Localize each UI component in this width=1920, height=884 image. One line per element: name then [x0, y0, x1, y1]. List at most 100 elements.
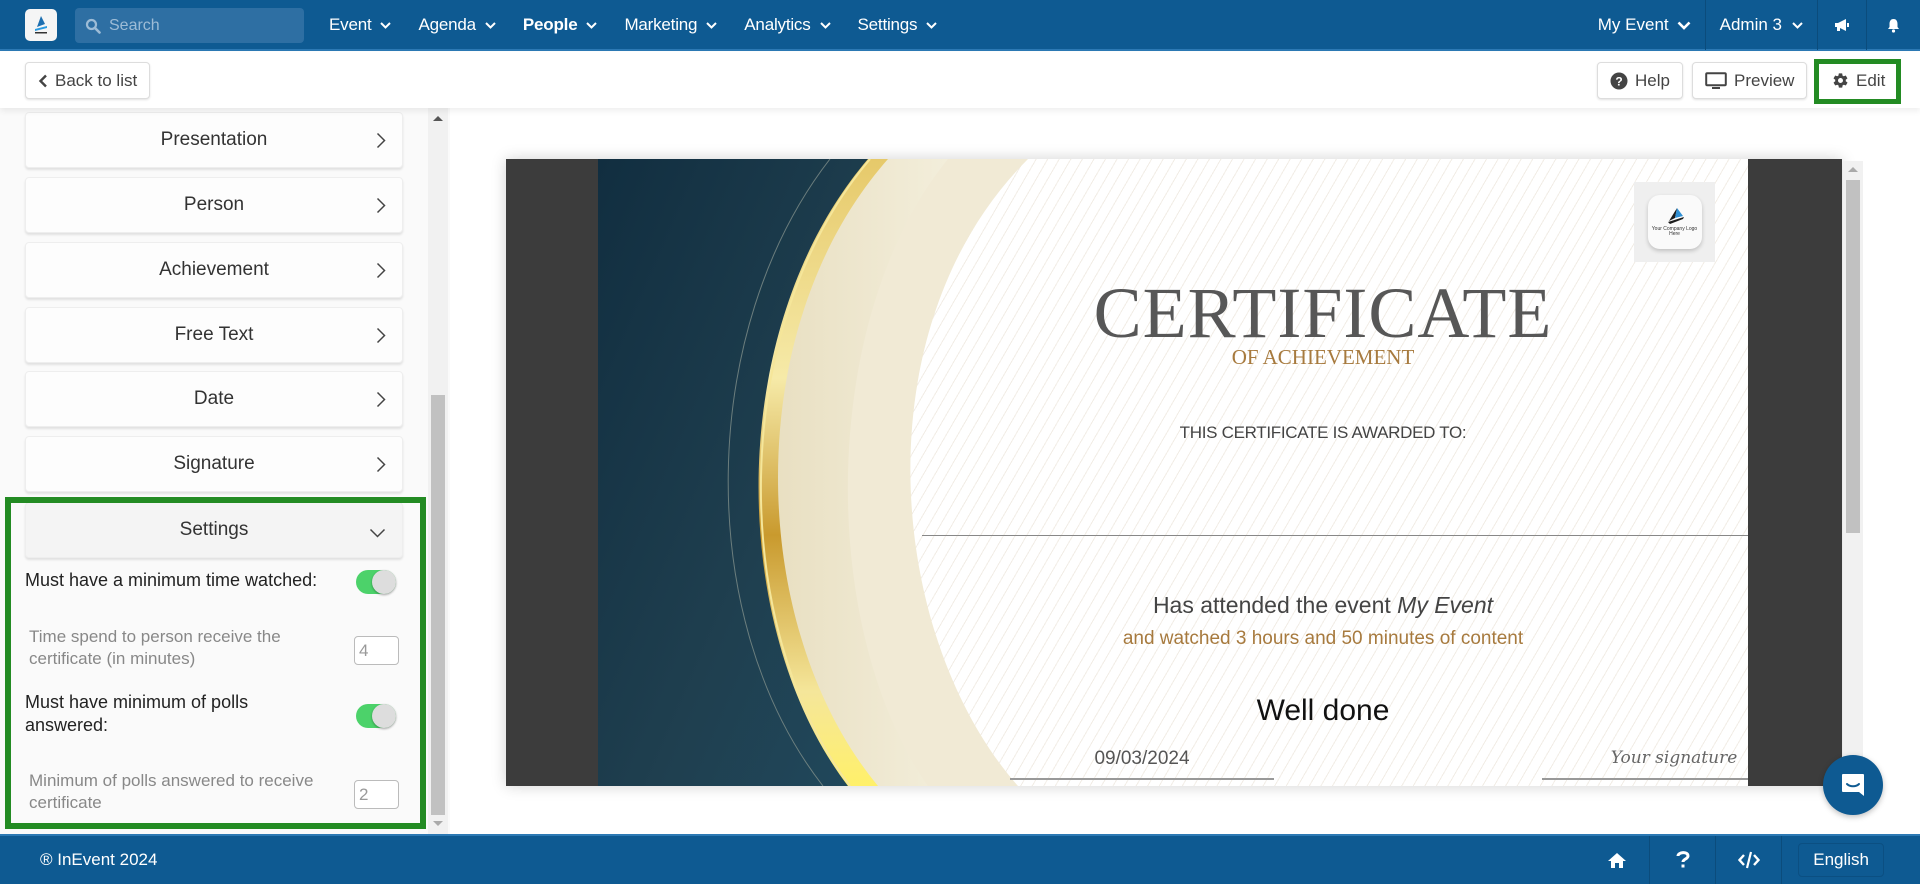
footer-actions: English: [1584, 836, 1920, 884]
inevent-logo-icon: [35, 16, 47, 34]
chevron-right-icon: [376, 262, 386, 279]
min-time-watched-toggle[interactable]: [356, 570, 396, 594]
certificate-watched-text[interactable]: and watched 3 hours and 50 minutes of co…: [898, 628, 1748, 650]
question-circle-icon: ?: [1610, 72, 1628, 89]
top-navbar: Event Agenda People Marketing Analytics …: [0, 0, 1920, 51]
time-spend-minutes-input[interactable]: [354, 636, 399, 665]
polls-required-input[interactable]: [354, 780, 399, 809]
nav-item-label: Settings: [857, 15, 918, 34]
chevron-down-icon: [706, 21, 718, 29]
preview-button[interactable]: Preview: [1692, 62, 1808, 99]
user-menu[interactable]: Admin 3: [1704, 0, 1817, 50]
user-menu-label: Admin 3: [1719, 15, 1782, 34]
home-button[interactable]: [1584, 836, 1651, 884]
chevron-down-icon: [1677, 21, 1691, 30]
section-label: Date: [193, 388, 235, 409]
edit-button[interactable]: Edit: [1819, 62, 1899, 99]
section-label: Achievement: [159, 259, 269, 280]
nav-item-label: Marketing: [624, 15, 698, 34]
section-label: Free Text: [174, 324, 254, 345]
help-footer-button[interactable]: [1650, 836, 1717, 884]
notifications-button[interactable]: [1866, 0, 1920, 50]
chevron-down-icon: [380, 21, 392, 29]
developer-button[interactable]: [1716, 836, 1783, 884]
chevron-right-icon: [376, 456, 386, 473]
section-label: Settings: [179, 519, 249, 540]
search-box[interactable]: [75, 8, 304, 43]
company-logo-placeholder[interactable]: Your Company Logo Here: [1634, 182, 1715, 262]
event-selector[interactable]: My Event: [1584, 0, 1705, 50]
min-time-watched-label: Must have a minimum time watched:: [25, 570, 318, 590]
nav-item-label: Analytics: [744, 15, 811, 34]
certificate-decoration: [598, 159, 1028, 786]
certificate-title[interactable]: CERTIFICATE: [898, 277, 1748, 349]
chat-bubble-icon: [1842, 774, 1864, 796]
section-settings[interactable]: Settings: [25, 502, 403, 558]
monitor-icon: [1705, 71, 1727, 89]
nav-item-analytics[interactable]: Analytics: [744, 15, 831, 35]
section-free-text[interactable]: Free Text: [25, 307, 403, 363]
logo-placeholder-text: Your Company Logo Here: [1651, 226, 1698, 237]
nav-item-agenda[interactable]: Agenda: [418, 15, 496, 35]
nav-item-people[interactable]: People: [523, 15, 598, 35]
help-button[interactable]: ? Help: [1597, 62, 1683, 99]
chevron-right-icon: [376, 327, 386, 344]
certificate-subtitle[interactable]: OF ACHIEVEMENT: [898, 345, 1748, 370]
app-logo[interactable]: [25, 9, 57, 41]
chevron-right-icon: [376, 132, 386, 149]
time-spend-label: Time spend to person receive the certifi…: [29, 627, 281, 668]
search-icon: [85, 18, 101, 34]
navbar-right: My Event Admin 3: [1584, 0, 1920, 50]
nav-item-settings[interactable]: Settings: [858, 15, 938, 35]
company-logo-badge: Your Company Logo Here: [1647, 195, 1702, 249]
question-icon: [1676, 851, 1690, 868]
gear-icon: [1833, 73, 1848, 88]
section-achievement[interactable]: Achievement: [25, 242, 403, 298]
code-icon: [1737, 851, 1760, 869]
min-polls-answered-label: Must have minimum of polls answered:: [25, 692, 249, 735]
section-label: Signature: [173, 453, 255, 474]
language-selector[interactable]: English: [1798, 843, 1884, 877]
certificate-page: Your Company Logo Here CERTIFICATE OF AC…: [598, 159, 1748, 786]
certificate-preview: Your Company Logo Here CERTIFICATE OF AC…: [506, 159, 1842, 786]
back-to-list-button[interactable]: Back to list: [25, 62, 151, 99]
certificate-signature[interactable]: Your signature: [1542, 748, 1748, 768]
nav-item-marketing[interactable]: Marketing: [624, 15, 718, 35]
scroll-down-arrow-icon[interactable]: [433, 821, 443, 826]
scrollbar-thumb[interactable]: [1846, 180, 1860, 533]
section-label: Person: [183, 194, 245, 215]
chevron-left-icon: [38, 74, 47, 87]
megaphone-icon: [1835, 19, 1849, 31]
section-date[interactable]: Date: [25, 371, 403, 427]
edit-label: Edit: [1856, 70, 1886, 90]
home-icon: [1607, 852, 1626, 868]
nav-item-event[interactable]: Event: [329, 15, 392, 35]
section-label: Presentation: [160, 129, 268, 150]
certificate-awarded-to[interactable]: THIS CERTIFICATE IS AWARDED TO:: [898, 423, 1748, 443]
recipient-name-line: [922, 535, 1748, 536]
date-line: [1010, 778, 1274, 780]
preview-label: Preview: [1734, 70, 1795, 90]
company-logo-icon: [1667, 208, 1684, 224]
signature-line: [1542, 778, 1748, 780]
section-signature[interactable]: Signature: [25, 436, 403, 492]
section-person[interactable]: Person: [25, 177, 403, 233]
chevron-down-icon: [819, 21, 831, 29]
scroll-up-arrow-icon[interactable]: [1848, 167, 1858, 172]
scroll-up-arrow-icon[interactable]: [433, 116, 443, 121]
polls-required-label: Minimum of polls answered to receive cer…: [29, 771, 314, 812]
section-presentation[interactable]: Presentation: [25, 112, 403, 168]
certificate-date[interactable]: 09/03/2024: [1010, 748, 1274, 770]
scrollbar-thumb[interactable]: [431, 395, 445, 815]
chat-support-button[interactable]: [1823, 755, 1883, 815]
search-input[interactable]: [109, 16, 299, 35]
certificate-free-text[interactable]: Well done: [898, 694, 1748, 728]
preview-scrollbar[interactable]: [1843, 161, 1863, 783]
attended-prefix: Has attended the event: [1152, 592, 1398, 618]
announcements-button[interactable]: [1817, 0, 1866, 50]
certificate-attended-text[interactable]: Has attended the event My Event: [898, 592, 1748, 619]
min-polls-answered-toggle[interactable]: [356, 704, 396, 728]
chevron-right-icon: [376, 391, 386, 408]
bell-icon: [1888, 18, 1899, 33]
left-panel-scrollbar[interactable]: [428, 108, 448, 834]
